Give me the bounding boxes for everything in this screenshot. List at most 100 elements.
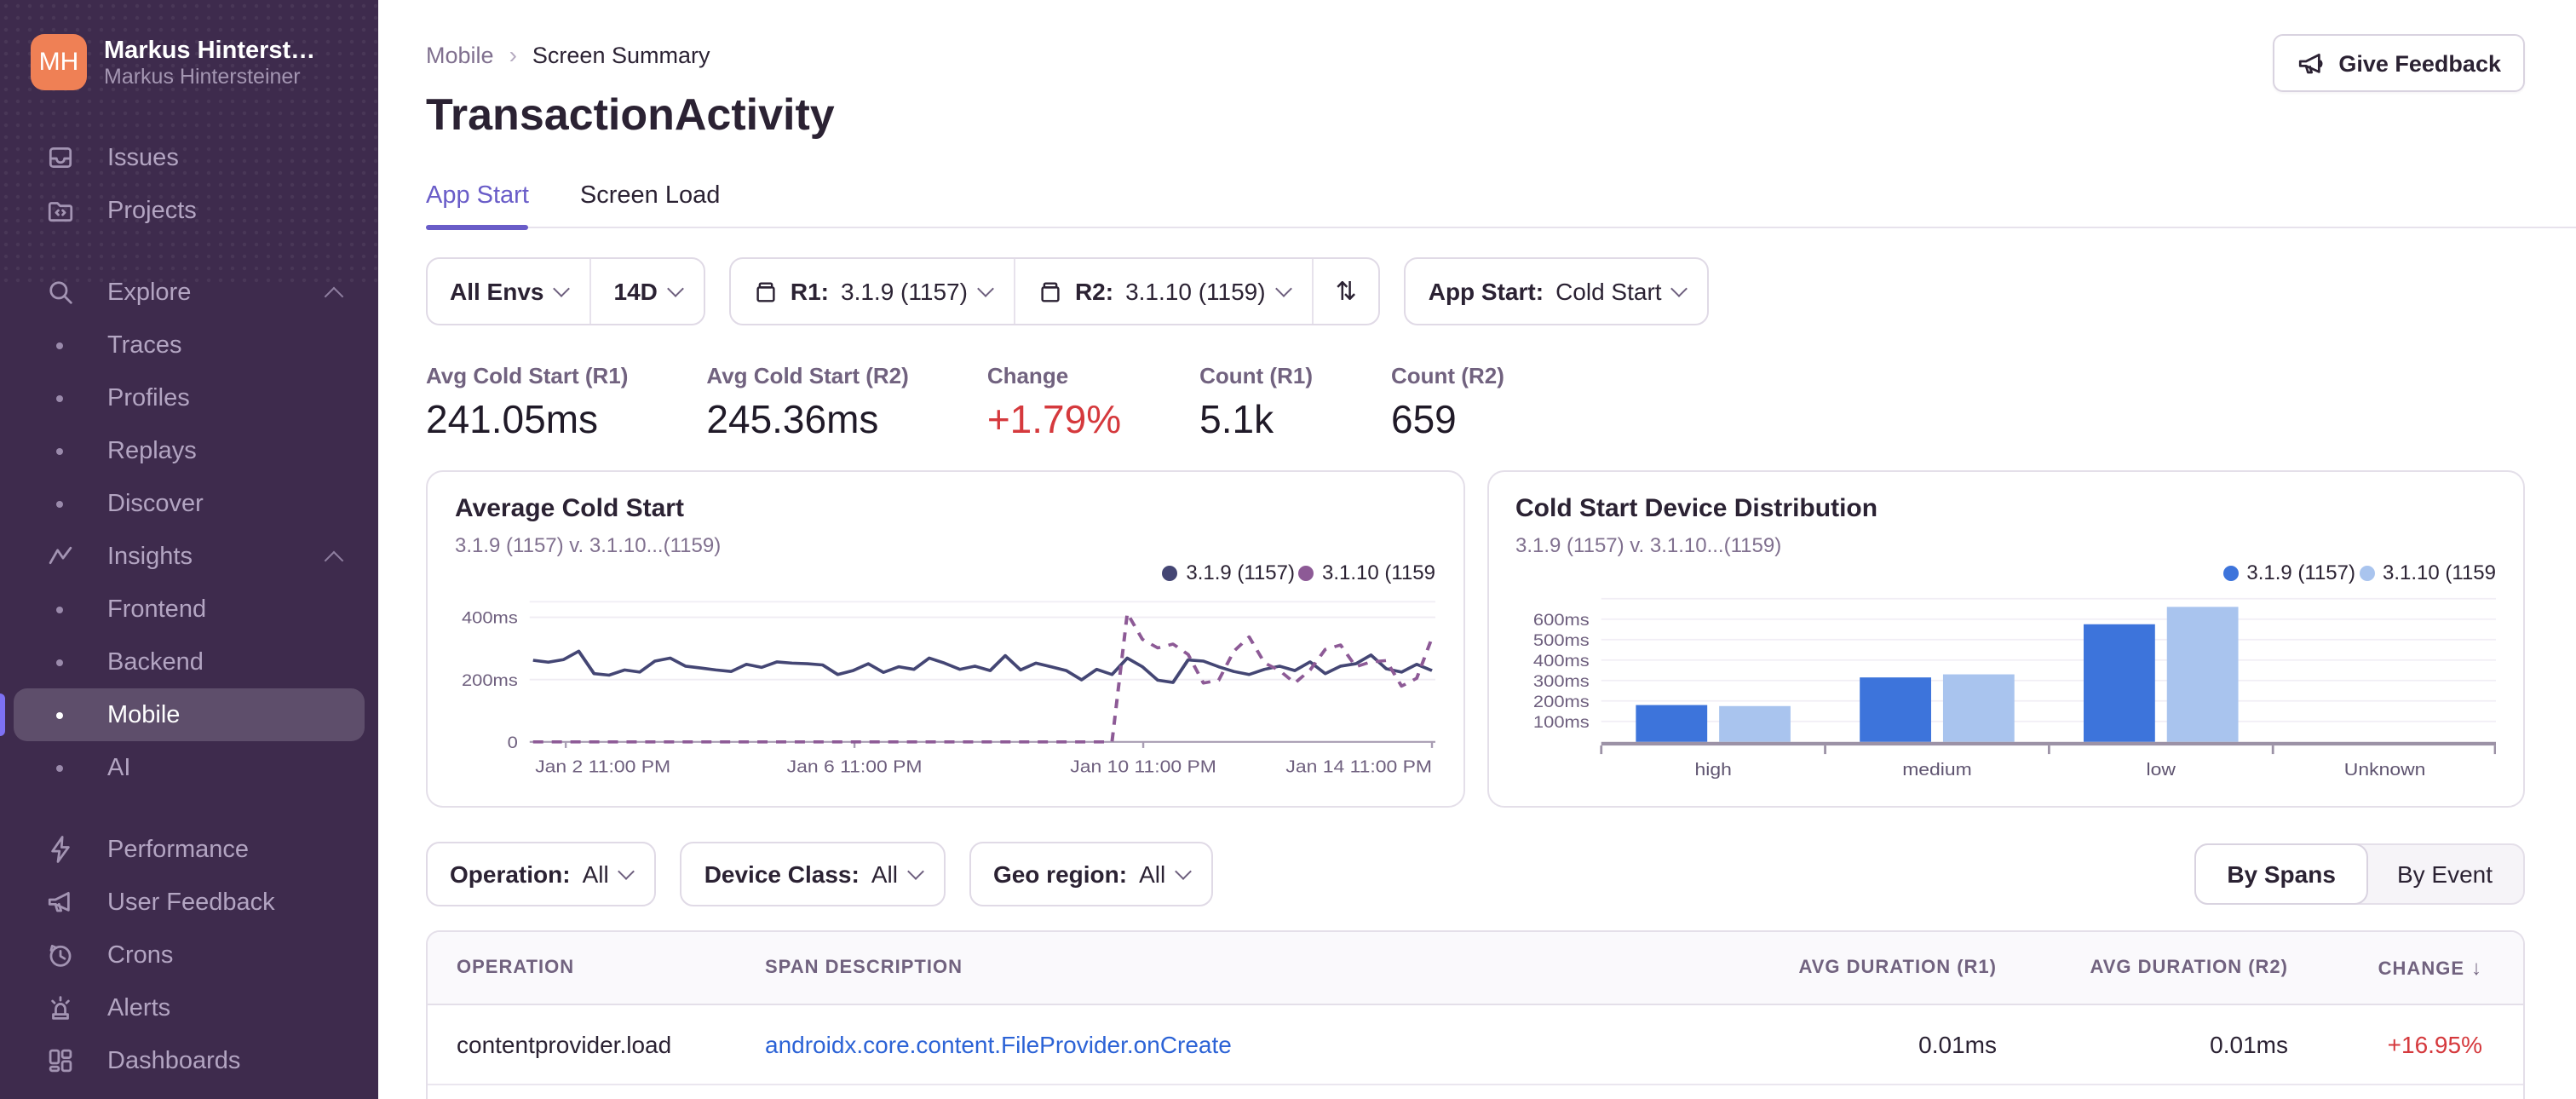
cell-operation: contentprovider.load [457, 1031, 672, 1058]
sidebar-item-label: Frontend [107, 596, 207, 623]
sidebar-item-projects[interactable]: Projects [14, 184, 365, 237]
sidebar-item-crons[interactable]: Crons [14, 929, 365, 981]
bullet-icon [56, 764, 63, 771]
sidebar-item-releases[interactable]: Releases [14, 1087, 365, 1099]
sidebar-item-profiles[interactable]: Profiles [14, 371, 365, 424]
bullet-icon [56, 500, 63, 507]
r2-value: 3.1.10 (1159) [1125, 278, 1266, 305]
period-filter[interactable]: 14D [592, 259, 704, 324]
sidebar-item-insights[interactable]: Insights [14, 530, 365, 583]
legend-label: 3.1.9 (1157) [1186, 561, 1295, 584]
cell-span-description-link[interactable]: androidx.core.content.FileProvider.onCre… [765, 1031, 1549, 1058]
sidebar-item-issues[interactable]: Issues [14, 131, 365, 184]
sidebar-item-dashboards[interactable]: Dashboards [14, 1034, 365, 1087]
package-icon [753, 279, 779, 304]
page-title: TransactionActivity [426, 89, 835, 140]
chevron-down-icon [1274, 280, 1292, 297]
svg-text:600ms: 600ms [1532, 611, 1589, 630]
legend-item[interactable]: 3.1.10 (1159 [2355, 561, 2496, 584]
projects-icon [44, 195, 75, 226]
svg-text:Jan 14 11:00 PM: Jan 14 11:00 PM [1285, 757, 1432, 777]
sidebar-item-ai[interactable]: AI [14, 741, 365, 794]
sidebar: MH Markus Hinterst… Markus Hintersteiner… [0, 0, 378, 1099]
sort-desc-icon: ↓ [2471, 956, 2482, 980]
legend-item[interactable]: 3.1.10 (1159 [1295, 561, 1435, 584]
give-feedback-button[interactable]: Give Feedback [2272, 34, 2525, 92]
sidebar-item-frontend[interactable]: Frontend [14, 583, 365, 636]
sidebar-item-explore[interactable]: Explore [14, 266, 365, 319]
stat-value: 241.05ms [426, 397, 599, 441]
swap-icon: ⇅ [1335, 278, 1357, 307]
issues-icon [44, 142, 75, 173]
swap-releases-button[interactable]: ⇅ [1314, 259, 1379, 324]
cell-avg-duration-r1: 0.01ms [1918, 1031, 1997, 1058]
active-indicator [0, 693, 5, 736]
charts-row: Average Cold Start 3.1.9 (1157) v. 3.1.1… [426, 470, 2525, 808]
toggle-by-event[interactable]: By Event [2366, 845, 2523, 903]
app-root: MH Markus Hinterst… Markus Hintersteiner… [0, 0, 2576, 1099]
sidebar-item-label: Profiles [107, 384, 190, 411]
sidebar-item-discover[interactable]: Discover [14, 477, 365, 530]
geo-region-value: All [1139, 860, 1166, 888]
table-body: contentprovider.load androidx.core.conten… [428, 1005, 2523, 1085]
user-subtitle: Markus Hintersteiner [104, 64, 301, 88]
sidebar-item-user-feedback[interactable]: User Feedback [14, 876, 365, 929]
release-r1-selector[interactable]: R1: 3.1.9 (1157) [731, 259, 1014, 324]
view-toggle: By Spans By Event [2194, 843, 2525, 905]
chevron-down-icon [1175, 863, 1193, 880]
column-header-operation[interactable]: OPERATION [457, 958, 765, 978]
bullet-icon [56, 342, 63, 348]
sidebar-item-mobile[interactable]: Mobile [0, 688, 365, 741]
sidebar-item-label: Alerts [107, 994, 171, 1021]
environment-filter[interactable]: All Envs [428, 259, 590, 324]
column-header-avg-duration-r1-[interactable]: AVG DURATION (R1) [1549, 958, 1997, 978]
chart-legend: 3.1.9 (1157) 3.1.10 (1159 [455, 559, 1435, 586]
average-cold-start-card: Average Cold Start 3.1.9 (1157) v. 3.1.1… [426, 470, 1464, 808]
sidebar-item-backend[interactable]: Backend [14, 636, 365, 688]
package-icon [1038, 279, 1063, 304]
bullet-icon [56, 447, 63, 454]
user-menu[interactable]: MH Markus Hinterst… Markus Hintersteiner [0, 0, 378, 90]
sidebar-item-label: Projects [107, 197, 197, 224]
release-r2-selector[interactable]: R2: 3.1.10 (1159) [1015, 259, 1312, 324]
tab-app-start[interactable]: App Start [426, 182, 530, 230]
bar-chart[interactable]: 600ms500ms 400ms 300ms 200ms 100ms high medium… [1515, 590, 2496, 791]
breadcrumb-section[interactable]: Mobile [426, 42, 494, 67]
sidebar-item-alerts[interactable]: Alerts [14, 981, 365, 1034]
sidebar-item-label: Replays [107, 437, 197, 464]
legend-label: 3.1.9 (1157) [2246, 561, 2355, 584]
sidebar-item-label: Explore [107, 279, 192, 306]
sidebar-item-traces[interactable]: Traces [14, 319, 365, 371]
stat-value: 5.1k [1199, 397, 1274, 441]
line-chart[interactable]: 400ms 200ms 0 Jan 2 11:00 PM Jan 6 11:00 PM J… [455, 590, 1435, 791]
table-header: OPERATION SPAN DESCRIPTION AVG DURATION (R… [428, 932, 2523, 1005]
svg-text:500ms: 500ms [1532, 631, 1589, 650]
sidebar-item-label: AI [107, 754, 131, 781]
stat-label: Avg Cold Start (R2) [706, 363, 909, 388]
megaphone-icon [2296, 49, 2325, 78]
sidebar-item-replays[interactable]: Replays [14, 424, 365, 477]
cell-change: +16.95% [2387, 1031, 2482, 1058]
tab-screen-load[interactable]: Screen Load [580, 182, 720, 227]
toggle-by-spans[interactable]: By Spans [2194, 843, 2368, 905]
operation-filter[interactable]: Operation: All [426, 842, 657, 906]
column-header-avg-duration-r2-[interactable]: AVG DURATION (R2) [1997, 958, 2288, 978]
stat-value: +1.79% [986, 397, 1122, 441]
device-class-filter[interactable]: Device Class: All [680, 842, 946, 906]
device-distribution-card: Cold Start Device Distribution 3.1.9 (11… [1486, 470, 2525, 808]
legend-item[interactable]: 3.1.9 (1157) [2219, 561, 2355, 584]
sidebar-item-label: Insights [107, 543, 193, 570]
legend-item[interactable]: 3.1.9 (1157) [1159, 561, 1295, 584]
sidebar-item-label: Crons [107, 941, 174, 969]
app-start-type-filter[interactable]: App Start: Cold Start [1404, 257, 1710, 325]
column-header-change[interactable]: CHANGE ↓ [2288, 956, 2482, 980]
siren-icon [44, 993, 75, 1023]
column-header-span-description[interactable]: SPAN DESCRIPTION [765, 958, 1549, 978]
stat-avg-cold-start-r2-: Avg Cold Start (R2) 245.36ms [706, 363, 908, 443]
stat-label: Count (R1) [1199, 363, 1313, 388]
sidebar-item-performance[interactable]: Performance [14, 823, 365, 876]
legend-dot-icon [1162, 565, 1178, 580]
geo-region-filter[interactable]: Geo region: All [969, 842, 1214, 906]
chevron-down-icon [1670, 280, 1688, 297]
chevron-up-icon [324, 550, 344, 570]
